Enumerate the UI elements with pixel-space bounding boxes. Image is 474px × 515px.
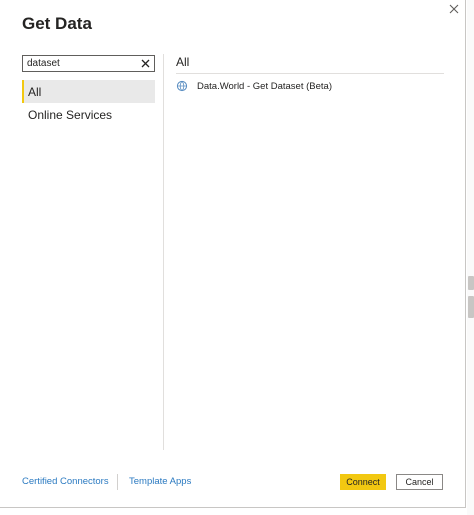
category-label: All	[28, 84, 42, 99]
close-button[interactable]	[446, 2, 462, 18]
footer-divider	[117, 474, 118, 490]
category-all[interactable]: All	[22, 80, 155, 103]
connector-item-data-world[interactable]: Data.World - Get Dataset (Beta)	[176, 78, 444, 94]
cancel-button[interactable]: Cancel	[396, 474, 443, 490]
category-online-services[interactable]: Online Services	[22, 103, 155, 126]
dialog-title: Get Data	[22, 14, 92, 33]
connector-label: Data.World - Get Dataset (Beta)	[197, 80, 332, 92]
certified-connectors-link[interactable]: Certified Connectors	[22, 476, 109, 487]
background-window-edge	[467, 0, 474, 515]
background-handle	[468, 276, 474, 290]
search-input[interactable]	[23, 57, 137, 70]
get-data-dialog: Get Data All Online Services All Data.Wo…	[0, 0, 466, 508]
results-section-title: All	[176, 55, 190, 69]
clear-icon	[141, 55, 150, 73]
clear-search-button[interactable]	[139, 57, 152, 70]
category-label: Online Services	[28, 107, 113, 122]
background-handle	[468, 296, 474, 318]
template-apps-link[interactable]: Template Apps	[129, 476, 191, 487]
connect-button[interactable]: Connect	[340, 474, 386, 490]
close-icon	[449, 1, 459, 19]
data-world-icon	[176, 80, 188, 92]
search-box	[22, 55, 155, 72]
section-divider	[176, 73, 444, 74]
pane-divider	[163, 54, 164, 450]
